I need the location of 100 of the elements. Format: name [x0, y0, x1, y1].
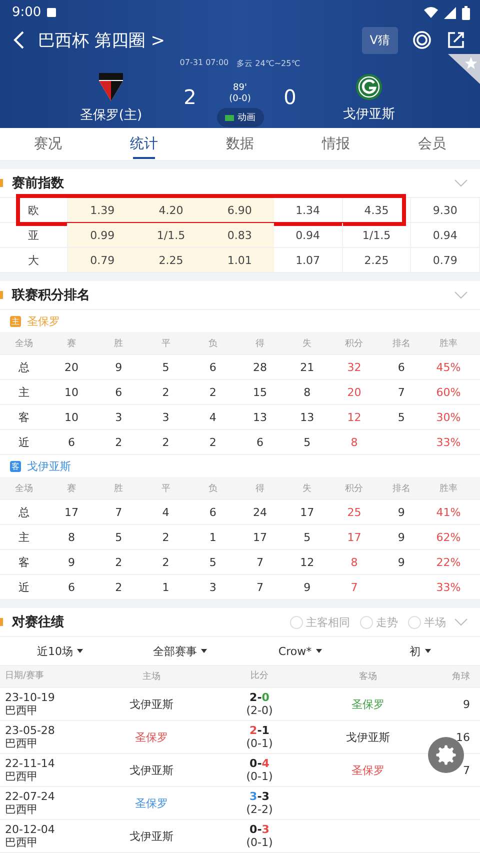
home-team: 戈伊亚斯 [128, 828, 174, 844]
table-cell-text: 2 [208, 436, 218, 448]
favorite-corner-icon[interactable] [448, 54, 480, 84]
table-cell-text: 17 [64, 506, 80, 518]
league-name: 巴西甲 [5, 803, 39, 816]
away-team: 圣保罗 [350, 762, 386, 778]
league-name: 巴西甲 [5, 770, 39, 783]
table-cell-text: 2 [114, 556, 124, 568]
table-cell-text: 5 [396, 410, 406, 424]
table-cell: 4.35 [342, 198, 412, 222]
column-header: 失 [302, 482, 313, 494]
table-cell-text: 总 [18, 360, 30, 374]
table-cell-text: 20 [64, 360, 80, 374]
column-header: 客场 [358, 670, 378, 683]
target-icon[interactable] [412, 30, 432, 50]
table-cell-text: 62% [435, 530, 462, 544]
table-cell: 4.20 [136, 198, 206, 222]
page-title[interactable]: 巴西杯 第四圈 > [38, 28, 166, 52]
filter-dropdown[interactable]: 近10场 [0, 637, 120, 665]
filter-dropdown[interactable]: 初 [360, 637, 480, 665]
final-score: 3-3 [250, 790, 270, 803]
table-cell-text: 9 [396, 556, 406, 568]
column-header: 全场 [14, 338, 34, 350]
table-cell-text: 2 [161, 436, 170, 448]
table-cell-text: 总 [18, 504, 30, 520]
table-cell-text: 4 [208, 410, 218, 424]
weather-text: 多云 24℃~25℃ [236, 58, 300, 69]
table-cell-text: 2 [114, 580, 124, 594]
column-header: 负 [207, 482, 218, 494]
radio-button[interactable] [408, 616, 421, 628]
column-header: 胜率 [438, 338, 458, 350]
column-header: 排名 [391, 482, 412, 494]
column-header: 日期/赛事 [5, 670, 46, 683]
table-cell-text: 17 [252, 530, 268, 544]
table-cell-text: 8 [350, 436, 359, 448]
column-header: 平 [160, 482, 172, 494]
back-icon[interactable] [12, 30, 26, 50]
corner-count: 16 [455, 730, 471, 744]
table-cell-text: 主 [18, 384, 30, 400]
table-cell-text: 5 [208, 556, 218, 568]
tab[interactable]: 会员 [384, 128, 480, 160]
table-cell-text: 30% [435, 410, 462, 424]
half-time-score: (2-0) [246, 704, 273, 717]
notification-icon [47, 8, 56, 17]
tab[interactable]: 统计 [96, 128, 192, 160]
column-header: 胜率 [438, 482, 458, 494]
final-score: 0-3 [250, 823, 270, 836]
collapse-icon[interactable] [454, 291, 468, 299]
table-cell: 1.01 [205, 248, 274, 272]
column-header: 积分 [344, 338, 364, 350]
share-icon[interactable] [446, 30, 466, 50]
tab[interactable]: 数据 [192, 128, 288, 160]
table-cell-text: 6 [255, 436, 264, 448]
table-cell-text: 12 [346, 410, 362, 424]
home-team: 戈伊亚斯 [128, 696, 174, 712]
table-cell-text: 45% [435, 360, 462, 374]
match-datetime: 07-31 07:00 [180, 58, 229, 69]
animation-button[interactable]: 动画 [216, 108, 264, 127]
collapse-icon[interactable] [454, 618, 468, 626]
table-cell-text: 20 [346, 386, 362, 398]
home-team: 圣保罗 [134, 796, 169, 810]
tab[interactable]: 赛况 [0, 128, 96, 160]
radio-button[interactable] [290, 616, 303, 628]
table-cell-text: 5 [114, 530, 124, 544]
collapse-icon[interactable] [454, 179, 468, 187]
match-date: 20-12-04 [5, 823, 56, 836]
table-cell-text: 5 [302, 530, 312, 544]
table-cell-text: 60% [435, 386, 462, 398]
away-team: 戈伊亚斯 [344, 730, 391, 744]
table-cell-text: 6 [208, 506, 218, 518]
league-name: 巴西甲 [5, 704, 39, 717]
final-score: 2-1 [250, 724, 270, 737]
table-cell-text: 22% [435, 556, 462, 568]
table-cell-text: 6 [114, 386, 124, 398]
match-date: 23-05-28 [5, 724, 56, 737]
filter-dropdown[interactable]: Crow* [240, 637, 360, 665]
radio-button[interactable] [360, 616, 373, 628]
half-time-score: (0-1) [246, 836, 273, 849]
column-header: 胜 [113, 338, 124, 350]
table-cell-text: 5 [302, 436, 312, 448]
table-cell: 2.25 [342, 248, 412, 272]
guess-button[interactable]: V猜 [362, 26, 398, 54]
table-cell-text: 8 [67, 530, 76, 544]
section-title: 对赛往绩 [12, 614, 64, 631]
table-cell-text: 24 [252, 506, 268, 518]
table-cell-text: 2 [161, 556, 170, 568]
tab[interactable]: 情报 [288, 128, 384, 160]
half-time-score: (0-1) [246, 770, 273, 783]
wifi-icon [424, 6, 438, 18]
team-name: 圣保罗 [27, 314, 60, 328]
filter-dropdown[interactable]: 全部赛事 [120, 637, 240, 665]
table-cell-text: 7 [255, 580, 264, 594]
table-cell-text: 3 [114, 410, 124, 424]
table-cell-text: 3 [161, 410, 170, 424]
status-time: 9:00 [12, 5, 42, 20]
table-cell-text: 7 [396, 386, 406, 398]
match-date: 22-07-24 [5, 790, 56, 803]
league-name: 巴西甲 [5, 836, 39, 849]
table-cell-text: 6 [67, 436, 76, 448]
table-cell-text: 10 [64, 410, 80, 424]
